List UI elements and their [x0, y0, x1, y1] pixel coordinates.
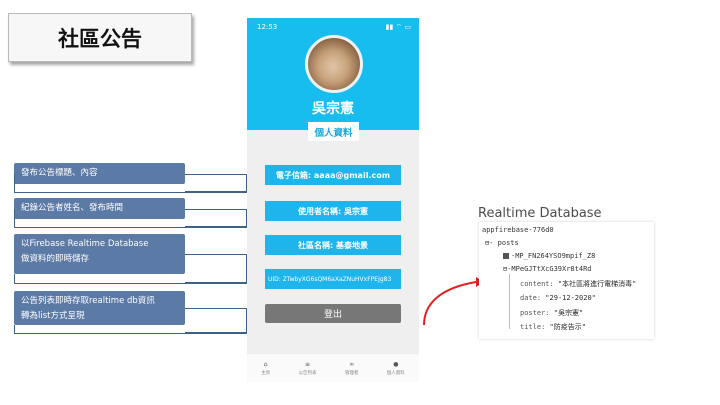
username-field: 使用者名稱: 吳宗憲: [265, 201, 401, 221]
nav-admin-label: 管理者: [344, 370, 359, 376]
tab-profile[interactable]: 個人資料: [308, 122, 359, 141]
email-field: 電子信箱: aaaa@gmail.com: [265, 165, 401, 185]
slide-title: 社區公告: [8, 13, 192, 62]
post-entry-1[interactable]: -MP_FN264YSO9mpif_Z8: [503, 252, 595, 260]
bracket-2: [185, 209, 247, 227]
posts-node[interactable]: ⊟- posts: [485, 239, 519, 247]
collapse-icon[interactable]: ⊟-: [485, 239, 493, 247]
status-bar: 12:53 ▮▮ ⌔ ▭: [257, 23, 411, 32]
post-entry-1-key: -MP_FN264YSO9mpif_Z8: [511, 252, 596, 260]
list-icon: ≡: [305, 360, 311, 368]
bracket-2b: [14, 209, 15, 227]
nav-home[interactable]: ⌂ 主頁: [261, 361, 270, 376]
arrow-icon: [423, 277, 484, 326]
bracket-2c: [14, 227, 247, 228]
db-field-date-key: date:: [520, 294, 542, 302]
bracket-4: [185, 308, 247, 333]
avatar[interactable]: [305, 35, 363, 93]
home-icon: ⌂: [263, 360, 268, 368]
bracket-3c: [14, 283, 247, 284]
database-app-name: appfirebase-776d0: [482, 226, 554, 234]
bracket-3: [185, 254, 247, 283]
bracket-4b: [14, 325, 15, 333]
db-field-poster: poster: "吳宗憲": [520, 308, 583, 318]
note-list-display: 公告列表即時存取realtime db資訊 轉為list方式呈現: [14, 291, 185, 325]
uid-field: UID: ZTwbyXG6sQM6aXaZNuHVxFPEJg83: [265, 269, 401, 289]
db-field-content-value: "本社區將進行電梯消毒": [557, 280, 637, 288]
db-field-date: date: "29-12-2020": [520, 294, 596, 302]
db-field-title-value: "防疫告示": [549, 323, 586, 331]
profile-header: 12:53 ▮▮ ⌔ ▭ 吳宗憲: [247, 18, 419, 130]
profile-icon: ●: [393, 360, 399, 368]
nav-admin[interactable]: ∞ 管理者: [345, 361, 359, 376]
database-tree: appfirebase-776d0 ⊟- posts -MP_FN264YSO9…: [479, 222, 654, 339]
phone-screen: 12:53 ▮▮ ⌔ ▭ 吳宗憲 個人資料 電子信箱: aaaa@gmail.c…: [247, 18, 419, 382]
logout-button[interactable]: 登出: [265, 304, 401, 323]
note-poster-info: 紀錄公告者姓名、發布時間: [14, 198, 185, 219]
db-field-content: content: "本社區將進行電梯消毒": [520, 279, 636, 289]
nav-announcements[interactable]: ≡ 公告列表: [299, 361, 317, 376]
status-time: 12:53: [257, 23, 278, 31]
bracket-4c: [14, 333, 247, 334]
bracket-3b: [14, 274, 15, 283]
bracket-1b: [14, 174, 15, 192]
db-field-content-key: content:: [520, 280, 554, 288]
manage-icon: ∞: [349, 360, 355, 368]
db-field-poster-key: poster:: [520, 309, 550, 317]
expand-icon[interactable]: [503, 253, 509, 259]
nav-home-label: 主頁: [261, 370, 271, 376]
community-field: 社區名稱: 基泰地景: [265, 235, 401, 255]
bottom-nav: ⌂ 主頁 ≡ 公告列表 ∞ 管理者 ● 個人資料: [247, 354, 419, 382]
db-field-title-key: title:: [520, 323, 546, 331]
db-field-date-value: "29-12-2020": [545, 294, 596, 302]
db-field-title: title: "防疫告示": [520, 322, 586, 332]
note-post-title: 發布公告標題、內容: [14, 163, 185, 184]
profile-user-name: 吳宗憲: [312, 101, 354, 117]
bracket-1: [185, 174, 247, 192]
status-icons: ▮▮ ⌔ ▭: [385, 23, 411, 31]
nav-profile[interactable]: ● 個人資料: [387, 361, 405, 376]
post-entry-2[interactable]: ⊟-MPeGJTtXcG39Xr8t4Rd: [503, 265, 592, 273]
database-title: Realtime Database: [478, 206, 602, 221]
db-field-poster-value: "吳宗憲": [553, 309, 584, 317]
bracket-1c: [14, 192, 247, 193]
posts-label: posts: [497, 239, 519, 247]
nav-profile-label: 個人資料: [386, 370, 405, 376]
post-entry-2-key: -MPeGJTtXcG39Xr8t4Rd: [507, 265, 592, 273]
nav-announcements-label: 公告列表: [298, 370, 317, 376]
note-firebase: 以Firebase Realtime Database 做資料的即時儲存: [14, 234, 185, 274]
